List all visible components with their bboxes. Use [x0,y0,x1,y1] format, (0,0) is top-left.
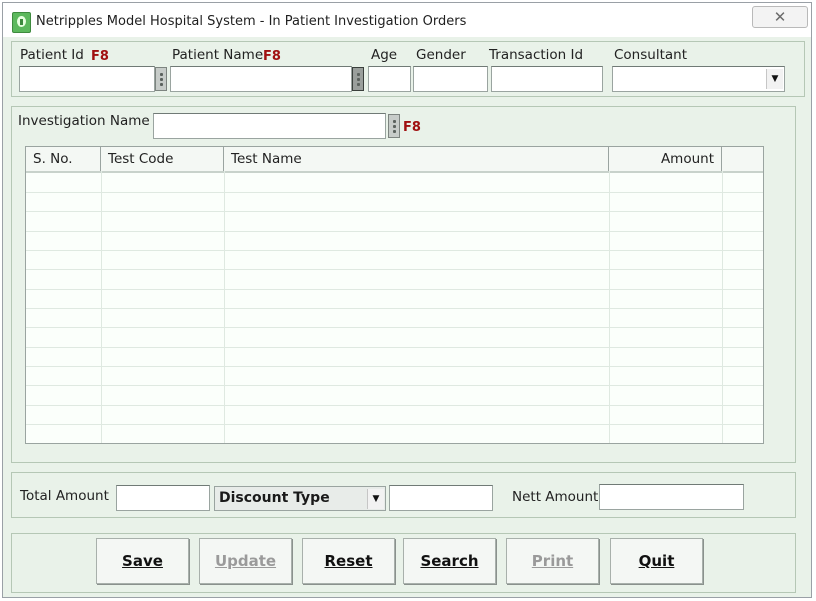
print-button-label: Print [531,552,574,570]
nett-amount-label: Nett Amount [512,489,599,505]
chevron-down-icon[interactable]: ▼ [766,69,783,89]
quit-button[interactable]: Quit [610,538,703,584]
transaction-id-input[interactable] [491,66,603,92]
update-button-label: Update [214,552,277,570]
patient-id-hotkey: F8 [91,49,109,64]
reset-button-label: Reset [324,552,373,570]
column-header-test-name[interactable]: Test Name [224,147,609,171]
quit-button-label: Quit [638,552,675,570]
discount-type-value: Discount Type [219,490,330,506]
print-button[interactable]: Print [506,538,599,584]
total-amount-input[interactable] [116,485,210,511]
patient-group: Patient Id F8 Patient Name F8 Age Gender… [11,41,805,97]
patient-name-lookup-button[interactable] [352,67,364,91]
search-button-label: Search [420,552,479,570]
patient-id-label: Patient Id [20,47,84,63]
discount-value-input[interactable] [389,485,493,511]
save-button[interactable]: Save [96,538,189,584]
app-window: Netripples Model Hospital System - In Pa… [2,2,812,598]
gender-label: Gender [416,47,466,63]
investigation-name-label: Investigation Name [18,113,150,129]
patient-id-input[interactable] [19,66,155,92]
patient-id-lookup-button[interactable] [155,67,167,91]
total-amount-label: Total Amount [20,488,109,504]
app-icon [12,12,31,33]
column-header-sno[interactable]: S. No. [26,147,101,171]
nett-amount-input[interactable] [599,484,744,510]
patient-name-label: Patient Name [172,47,264,63]
age-label: Age [371,47,398,63]
gender-input[interactable] [413,66,488,92]
reset-button[interactable]: Reset [302,538,395,584]
patient-name-hotkey: F8 [263,49,281,64]
column-header-test-code[interactable]: Test Code [101,147,224,171]
chevron-down-icon[interactable]: ▼ [367,489,384,509]
investigation-hotkey: F8 [403,120,421,135]
transaction-id-label: Transaction Id [489,47,584,63]
investigation-lookup-button[interactable] [388,114,400,138]
patient-name-input[interactable] [170,66,352,92]
discount-type-select[interactable]: Discount Type ▼ [214,486,386,511]
window-title: Netripples Model Hospital System - In Pa… [36,14,467,29]
close-button[interactable]: ✕ [752,6,808,28]
column-header-amount[interactable]: Amount [609,147,722,171]
table-header: S. No. Test Code Test Name Amount [26,147,763,173]
update-button[interactable]: Update [199,538,292,584]
search-button[interactable]: Search [403,538,496,584]
title-bar: Netripples Model Hospital System - In Pa… [3,3,811,37]
consultant-label: Consultant [614,47,687,63]
save-button-label: Save [122,552,163,570]
column-header-extra[interactable] [722,147,763,171]
close-icon[interactable]: ✕ [774,8,787,26]
consultant-select[interactable]: ▼ [612,66,785,92]
age-input[interactable] [368,66,411,92]
investigation-table[interactable]: S. No. Test Code Test Name Amount [25,146,764,444]
investigation-name-input[interactable] [153,113,386,139]
